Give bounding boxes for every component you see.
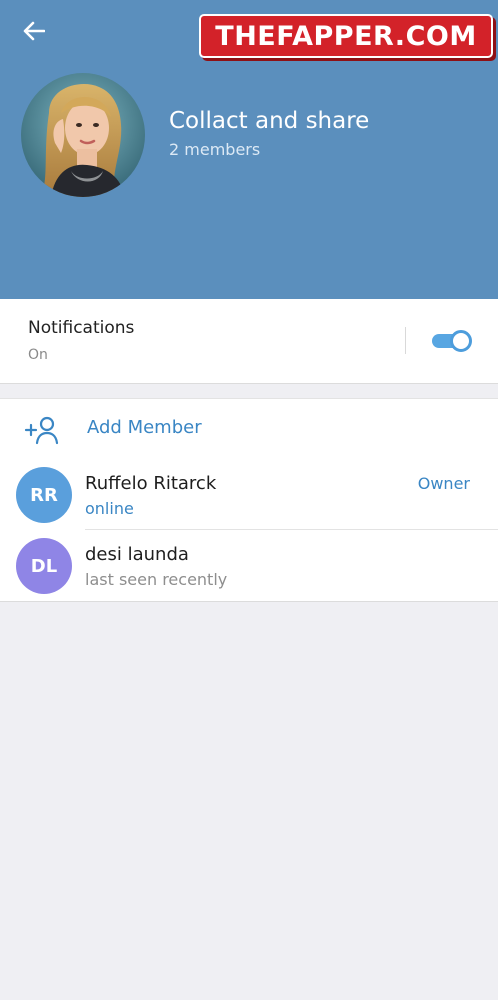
- toggle-knob: [450, 330, 472, 352]
- members-list: Add Member RR Ruffelo Ritarck online Own…: [0, 398, 498, 602]
- notifications-label: Notifications: [28, 318, 135, 338]
- profile-header: THEFAPPER.COM Collact and share 2 member…: [0, 0, 498, 299]
- add-member-button[interactable]: Add Member: [0, 399, 498, 459]
- member-avatar: DL: [16, 538, 72, 594]
- back-button[interactable]: [14, 14, 54, 48]
- group-avatar[interactable]: [21, 73, 145, 197]
- notifications-toggle[interactable]: [430, 328, 474, 353]
- notifications-state: On: [28, 347, 48, 363]
- member-name: desi launda: [85, 544, 189, 565]
- notifications-setting[interactable]: Notifications On: [0, 299, 498, 384]
- member-name: Ruffelo Ritarck: [85, 473, 217, 494]
- member-row[interactable]: DL desi launda last seen recently: [0, 530, 498, 602]
- group-member-count: 2 members: [169, 140, 261, 159]
- member-role-badge: Owner: [417, 474, 470, 493]
- notifications-divider: [405, 327, 406, 354]
- back-arrow-icon: [23, 21, 45, 41]
- member-status: online: [85, 499, 134, 518]
- member-avatar: RR: [16, 467, 72, 523]
- add-member-label: Add Member: [87, 417, 202, 438]
- member-row[interactable]: RR Ruffelo Ritarck online Owner: [0, 459, 498, 531]
- watermark-logo: THEFAPPER.COM: [199, 14, 493, 58]
- member-status: last seen recently: [85, 570, 228, 589]
- group-title: Collact and share: [169, 108, 370, 134]
- add-user-icon: [24, 416, 59, 445]
- group-avatar-photo: [21, 73, 145, 197]
